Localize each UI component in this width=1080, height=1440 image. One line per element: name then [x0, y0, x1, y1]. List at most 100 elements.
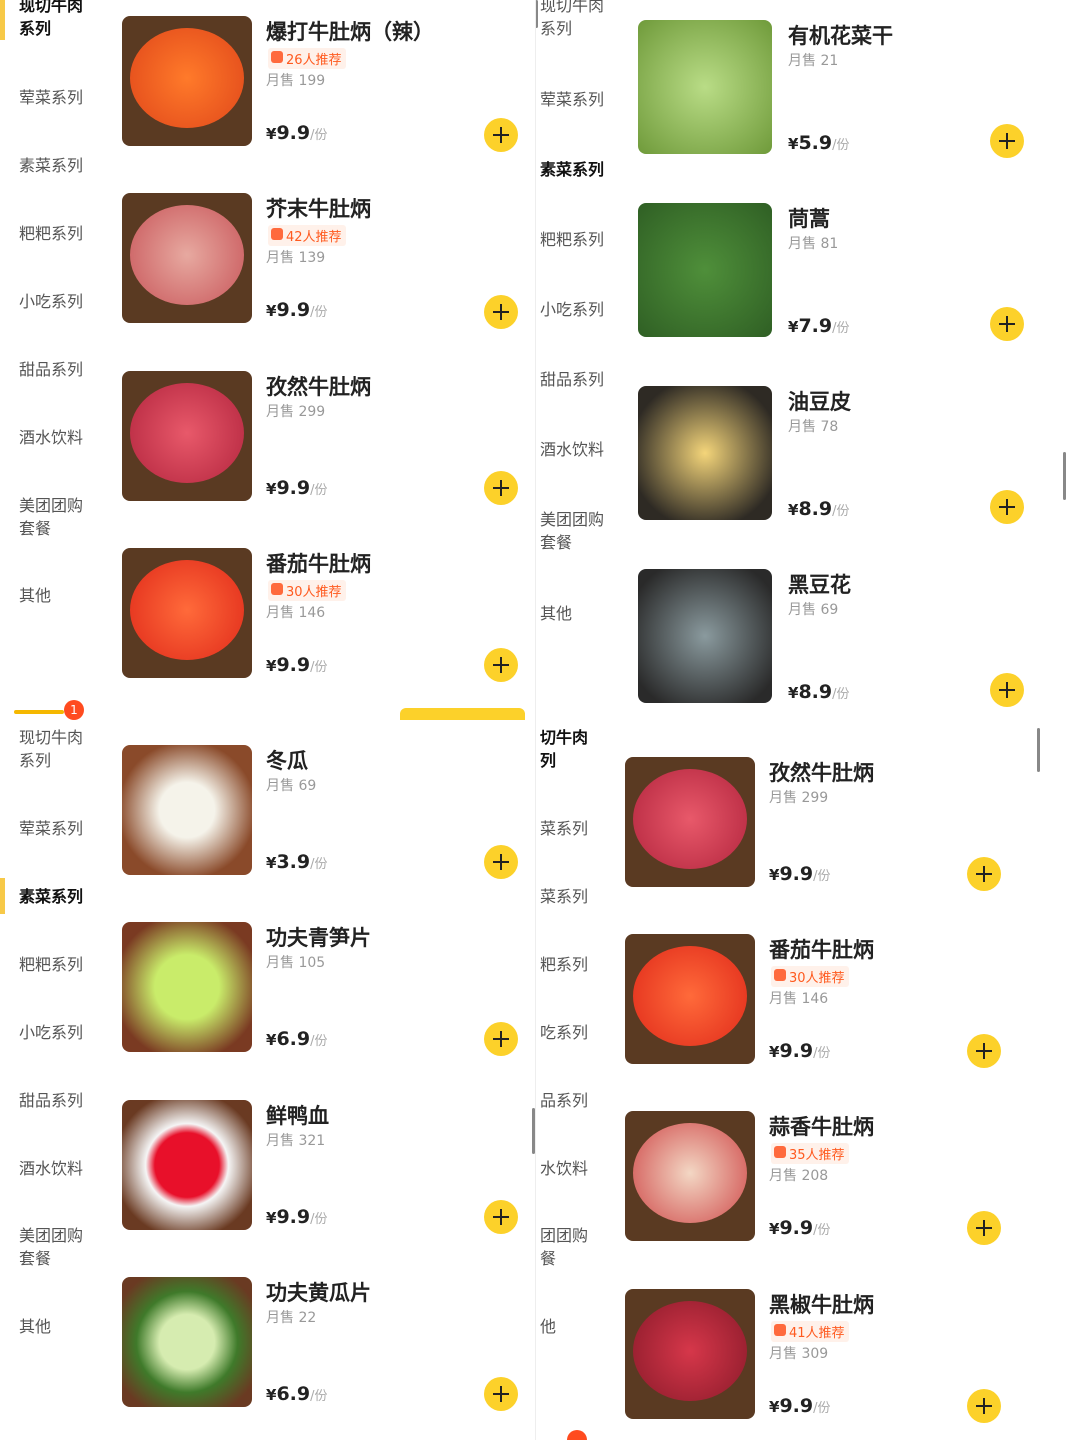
sidebar-item-groupbuy[interactable]: 美团团购 套餐	[535, 508, 625, 554]
sidebar-item-beef[interactable]: 现切牛肉 系列	[0, 726, 110, 772]
sidebar-item-snack[interactable]: 小吃系列	[0, 290, 110, 313]
product-card[interactable]: 黑豆花 月售 69 ¥8.9/份	[638, 569, 1038, 707]
product-card[interactable]: 油豆皮 月售 78 ¥8.9/份	[638, 386, 1038, 524]
sidebar-item-snack[interactable]: 小吃系列	[0, 1021, 110, 1044]
monthly-sales: 月售 139	[266, 250, 326, 266]
sidebar-item-snack[interactable]: 吃系列	[535, 1021, 625, 1044]
product-card[interactable]: 番茄牛肚炳 30人推荐 月售 146 ¥9.9/份	[625, 934, 1025, 1068]
monthly-sales: 月售 69	[266, 778, 317, 794]
product-price: ¥6.9/份	[266, 1383, 328, 1405]
product-card[interactable]: 鲜鸭血 月售 321 ¥9.9/份	[122, 1100, 532, 1234]
sidebar-item-drinks[interactable]: 水饮料	[535, 1157, 625, 1180]
scrollbar[interactable]	[1063, 452, 1066, 500]
sidebar-item-other[interactable]: 他	[535, 1315, 625, 1338]
product-name: 爆打牛肚炳（辣）	[266, 20, 434, 44]
sidebar-item-drinks[interactable]: 酒水饮料	[0, 1157, 110, 1180]
product-price: ¥9.9/份	[266, 654, 328, 676]
cart-count-badge: 1	[64, 700, 84, 720]
sidebar-item-meat[interactable]: 菜系列	[535, 817, 625, 840]
product-card[interactable]: 孜然牛肚炳 月售 299 ¥9.9/份	[625, 757, 1025, 891]
add-to-cart-button[interactable]	[967, 1389, 1001, 1423]
sidebar-item-snack[interactable]: 小吃系列	[535, 298, 625, 321]
add-to-cart-button[interactable]	[967, 1034, 1001, 1068]
add-to-cart-button[interactable]	[990, 124, 1024, 158]
sidebar-item-dessert[interactable]: 甜品系列	[0, 358, 110, 381]
add-to-cart-button[interactable]	[990, 490, 1024, 524]
product-card[interactable]: 茼蒿 月售 81 ¥7.9/份	[638, 203, 1038, 341]
product-name: 油豆皮	[788, 390, 851, 414]
sidebar-item-meat[interactable]: 荤菜系列	[0, 817, 110, 840]
sidebar-item-groupbuy[interactable]: 团团购 餐	[535, 1224, 625, 1270]
sidebar-item-other[interactable]: 其他	[0, 584, 110, 607]
cart-count-badge	[567, 1430, 587, 1440]
add-to-cart-button[interactable]	[484, 648, 518, 682]
product-price: ¥9.9/份	[266, 299, 328, 321]
sidebar-item-veg[interactable]: 菜系列	[535, 885, 625, 908]
sidebar-item-veg[interactable]: 素菜系列	[0, 878, 110, 914]
add-to-cart-button[interactable]	[484, 845, 518, 879]
product-card[interactable]: 有机花菜干 月售 21 ¥5.9/份	[638, 20, 1038, 158]
sidebar-item-meat[interactable]: 荤菜系列	[0, 86, 110, 109]
product-card[interactable]: 蒜香牛肚炳 35人推荐 月售 208 ¥9.9/份	[625, 1111, 1025, 1245]
sidebar-item-other[interactable]: 其他	[0, 1315, 110, 1338]
add-to-cart-button[interactable]	[967, 1211, 1001, 1245]
sidebar-item-beef[interactable]: 现切牛肉 系列	[0, 0, 110, 40]
sidebar-item-veg[interactable]: 素菜系列	[535, 158, 625, 181]
product-card[interactable]: 黑椒牛肚炳 41人推荐 月售 309 ¥9.9/份	[625, 1289, 1025, 1423]
sidebar-item-dessert[interactable]: 甜品系列	[535, 368, 625, 391]
cart-icon[interactable]	[14, 710, 64, 714]
scrollbar[interactable]	[1037, 728, 1040, 772]
add-to-cart-button[interactable]	[484, 471, 518, 505]
product-card[interactable]: 冬瓜 月售 69 ¥3.9/份	[122, 745, 532, 879]
product-name: 番茄牛肚炳	[266, 552, 371, 576]
recommend-badge: 30人推荐	[771, 966, 849, 987]
add-to-cart-button[interactable]	[484, 295, 518, 329]
sidebar-item-groupbuy[interactable]: 美团团购 套餐	[0, 1224, 110, 1270]
product-image	[638, 569, 772, 703]
monthly-sales: 月售 69	[788, 602, 839, 618]
sidebar-item-baba[interactable]: 粑粑系列	[0, 953, 110, 976]
sidebar-item-dessert[interactable]: 甜品系列	[0, 1089, 110, 1112]
product-image	[638, 20, 772, 154]
product-image	[638, 386, 772, 520]
product-card[interactable]: 芥末牛肚炳 42人推荐 月售 139 ¥9.9/份	[122, 193, 532, 329]
add-to-cart-button[interactable]	[484, 1200, 518, 1234]
add-to-cart-button[interactable]	[484, 1022, 518, 1056]
monthly-sales: 月售 299	[769, 790, 829, 806]
sidebar-item-dessert[interactable]: 品系列	[535, 1089, 625, 1112]
add-to-cart-button[interactable]	[990, 307, 1024, 341]
product-image	[625, 1289, 755, 1419]
product-price: ¥9.9/份	[769, 1395, 831, 1417]
add-to-cart-button[interactable]	[967, 857, 1001, 891]
sidebar-item-veg[interactable]: 素菜系列	[0, 154, 110, 177]
monthly-sales: 月售 309	[769, 1346, 829, 1362]
sidebar-item-groupbuy[interactable]: 美团团购 套餐	[0, 494, 110, 540]
product-image	[122, 745, 252, 875]
sidebar-item-beef[interactable]: 切牛肉 列	[535, 726, 625, 772]
sidebar-item-baba[interactable]: 粑粑系列	[535, 228, 625, 251]
sidebar-item-baba[interactable]: 粑粑系列	[0, 222, 110, 245]
sidebar-item-drinks[interactable]: 酒水饮料	[0, 426, 110, 449]
recommend-badge: 42人推荐	[268, 225, 346, 246]
sidebar-item-other[interactable]: 其他	[535, 602, 625, 625]
product-price: ¥8.9/份	[788, 498, 850, 520]
sidebar-item-drinks[interactable]: 酒水饮料	[535, 438, 625, 461]
checkout-button[interactable]	[400, 708, 525, 720]
product-card[interactable]: 功夫青笋片 月售 105 ¥6.9/份	[122, 922, 532, 1056]
product-image	[122, 193, 252, 323]
product-card[interactable]: 爆打牛肚炳（辣） 26人推荐 月售 199 ¥9.9/份	[122, 16, 532, 152]
menu-panel-bottom-right: 切牛肉 列 菜系列 菜系列 粑系列 吃系列 品系列 水饮料 团团购 餐 他 孜然…	[535, 718, 1080, 1440]
product-price: ¥9.9/份	[266, 122, 328, 144]
sidebar-item-meat[interactable]: 荤菜系列	[535, 88, 625, 111]
sidebar-item-baba[interactable]: 粑系列	[535, 953, 625, 976]
add-to-cart-button[interactable]	[484, 1377, 518, 1411]
monthly-sales: 月售 321	[266, 1133, 326, 1149]
recommend-badge: 30人推荐	[268, 580, 346, 601]
product-card[interactable]: 功夫黄瓜片 月售 22 ¥6.9/份	[122, 1277, 532, 1411]
product-card[interactable]: 番茄牛肚炳 30人推荐 月售 146 ¥9.9/份	[122, 548, 532, 682]
add-to-cart-button[interactable]	[484, 118, 518, 152]
add-to-cart-button[interactable]	[990, 673, 1024, 707]
product-price: ¥9.9/份	[266, 1206, 328, 1228]
sidebar-item-beef[interactable]: 现切牛肉 系列	[535, 0, 625, 40]
product-card[interactable]: 孜然牛肚炳 月售 299 ¥9.9/份	[122, 371, 532, 505]
